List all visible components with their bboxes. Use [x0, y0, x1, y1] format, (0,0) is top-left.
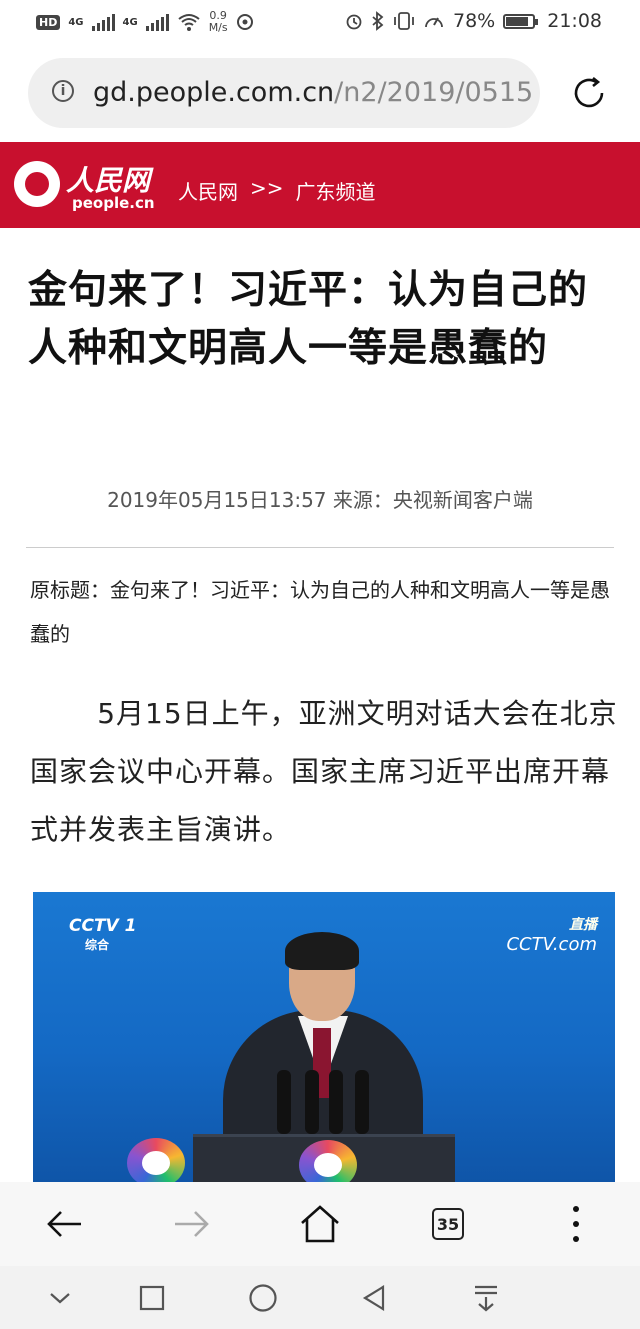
info-icon[interactable]: i: [52, 80, 74, 102]
divider: [26, 547, 614, 548]
network-type-1: 4G: [68, 16, 84, 28]
cctv1-logo: CCTV 1 综合: [69, 916, 136, 953]
clock: 21:08: [547, 10, 602, 32]
site-logo[interactable]: 人民网 people.cn: [14, 159, 164, 213]
url-host: gd.people.com.cn: [93, 77, 335, 108]
battery-percent: 78%: [453, 10, 496, 32]
microphone-icon: [277, 1070, 291, 1134]
wifi-icon: [178, 14, 200, 31]
back-triangle-icon: [362, 1285, 385, 1311]
cdac-emblem-icon: [127, 1138, 185, 1182]
microphone-icon: [355, 1070, 369, 1134]
speaker-hair: [285, 932, 359, 970]
url-text[interactable]: gd.people.com.cn/n2/2019/0515/: [93, 77, 533, 108]
status-bar: HD 4G 4G 0.9 M/s 78% 21:08: [0, 0, 640, 44]
original-title: 原标题：金句来了！习近平：认为自己的人种和文明高人一等是愚蠢的: [30, 578, 610, 646]
home-button[interactable]: [298, 1202, 342, 1246]
battery-level: [506, 16, 529, 26]
logo-text-en: people.cn: [72, 194, 155, 212]
tabs-button[interactable]: 35: [426, 1202, 470, 1246]
cdac-emblem-icon: [299, 1140, 357, 1182]
recent-apps-button[interactable]: [137, 1283, 167, 1313]
notification-pull-button[interactable]: [471, 1283, 501, 1313]
live-logo-text: CCTV.com: [506, 934, 597, 955]
logo-emblem-icon: [14, 161, 60, 207]
url-path: /n2/2019/0515/: [334, 77, 533, 108]
bluetooth-icon: [372, 11, 384, 31]
speed-unit: M/s: [208, 21, 228, 34]
breadcrumb: 人民网 >> 广东频道: [178, 176, 376, 205]
back-button[interactable]: [42, 1202, 86, 1246]
system-back-button[interactable]: [359, 1283, 389, 1313]
speedometer-icon: [425, 17, 443, 28]
system-nav-bar: [0, 1266, 640, 1329]
more-menu-button[interactable]: [554, 1202, 598, 1246]
live-label: 直播: [569, 917, 597, 933]
more-menu-icon: [573, 1206, 579, 1242]
signal-icon-2: [145, 13, 169, 31]
network-speed: 0.9 M/s: [209, 10, 228, 34]
reload-icon[interactable]: [570, 74, 608, 112]
network-type-2: 4G: [122, 16, 138, 28]
collapse-chevron-icon: [50, 1293, 70, 1304]
live-logo: 直播 CCTV.com: [506, 914, 597, 955]
article-title: 金句来了！习近平：认为自己的人种和文明高人一等是愚蠢的: [28, 268, 589, 371]
forward-arrow-icon: [175, 1211, 209, 1237]
collapse-nav-button[interactable]: [45, 1283, 75, 1313]
microphone-icon: [305, 1070, 319, 1134]
breadcrumb-channel-link[interactable]: 广东频道: [296, 176, 376, 205]
home-icon: [301, 1205, 339, 1243]
microphone-icon: [329, 1070, 343, 1134]
article-paragraph: 5月15日上午，亚洲文明对话大会在北京国家会议中心开幕。国家主席习近平出席开幕式…: [30, 697, 618, 846]
logo-text-cn: 人民网: [66, 164, 151, 197]
forward-button[interactable]: [170, 1202, 214, 1246]
article-meta: 2019年05月15日13:57 来源：央视新闻客户端: [107, 488, 533, 512]
browser-toolbar: 35: [0, 1182, 640, 1266]
notification-pull-icon: [475, 1285, 497, 1312]
sync-icon: [236, 14, 253, 30]
breadcrumb-separator: >>: [250, 176, 284, 200]
signal-icon-1: [91, 13, 115, 31]
home-circle-icon: [249, 1284, 277, 1312]
channel-logo-text: CCTV 1: [69, 916, 137, 936]
hd-badge: HD: [36, 14, 61, 30]
tabs-icon: 35: [432, 1208, 464, 1240]
address-bar[interactable]: i gd.people.com.cn/n2/2019/0515/: [28, 58, 540, 128]
article-photo[interactable]: CCTV 1 综合 直播 CCTV.com: [33, 892, 615, 1182]
channel-sub-text: 综合: [85, 938, 110, 952]
system-home-button[interactable]: [248, 1283, 278, 1313]
breadcrumb-site-link[interactable]: 人民网: [178, 176, 238, 205]
back-arrow-icon: [47, 1211, 81, 1237]
vibrate-icon: [394, 12, 414, 30]
battery-icon: [503, 13, 539, 29]
alarm-icon: [346, 14, 362, 30]
site-header: 人民网 people.cn 人民网 >> 广东频道: [0, 142, 640, 228]
recent-apps-icon: [139, 1285, 165, 1311]
